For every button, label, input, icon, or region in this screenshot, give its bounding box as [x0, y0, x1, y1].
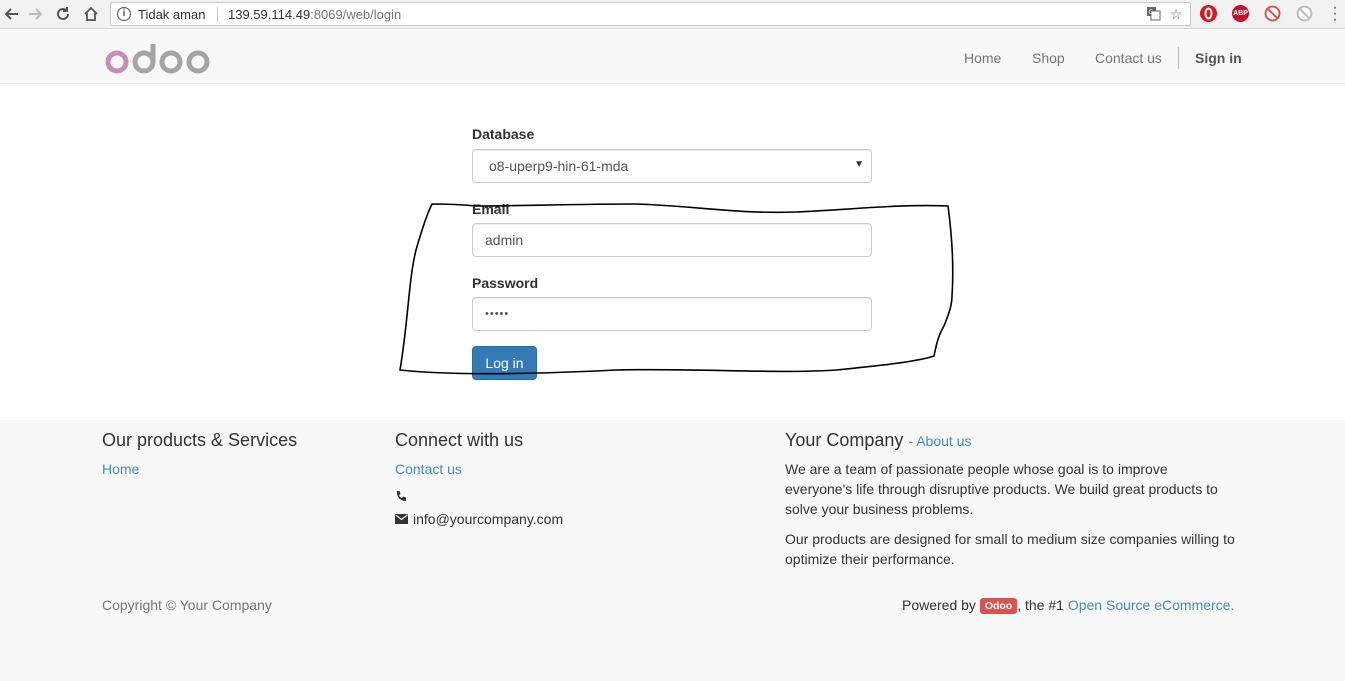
extension-icon[interactable]: [1296, 5, 1313, 22]
powered-prefix: Powered by: [902, 597, 976, 613]
nav-divider: [1178, 47, 1179, 69]
powered-suffix: .: [1230, 597, 1235, 613]
footer-contact-link[interactable]: Contact us: [395, 461, 462, 477]
security-status[interactable]: Tidak aman: [138, 7, 205, 22]
nav-home[interactable]: Home: [964, 50, 1001, 66]
info-icon[interactable]: i: [117, 7, 131, 21]
email-label: Email: [472, 201, 510, 217]
odoo-badge[interactable]: Odoo: [979, 598, 1018, 614]
products-heading: Our products & Services: [102, 430, 298, 450]
database-select-value: o8-uperp9-hin-61-mda: [489, 158, 629, 174]
contact-phone: [395, 490, 412, 502]
footer-email[interactable]: info@yourcompany.com: [413, 511, 563, 527]
odoo-logo[interactable]: [104, 40, 212, 76]
adblock-icon[interactable]: ABP: [1232, 5, 1249, 22]
bookmark-star-icon[interactable]: ☆: [1168, 6, 1184, 22]
database-select[interactable]: o8-uperp9-hin-61-mda ▼: [472, 149, 872, 183]
svg-text:G: G: [1148, 9, 1153, 16]
database-label: Database: [472, 126, 535, 142]
login-button[interactable]: Log in: [472, 346, 537, 380]
powered-by: Powered by Odoo, the #1 Open Source eCom…: [902, 597, 1234, 614]
open-source-ecommerce-link[interactable]: Open Source eCommerce: [1068, 597, 1231, 613]
phone-icon: [396, 491, 406, 502]
email-field[interactable]: [472, 223, 872, 257]
browser-toolbar: i Tidak aman 139.59.114.49:8069/web/logi…: [0, 0, 1345, 29]
url-host: 139.59.114.49: [228, 7, 311, 22]
copyright: Copyright © Your Company: [102, 597, 272, 613]
forward-icon[interactable]: [25, 4, 45, 24]
back-icon[interactable]: [2, 4, 22, 24]
chevron-down-icon: ▼: [854, 159, 864, 170]
address-bar[interactable]: i Tidak aman 139.59.114.49:8069/web/logi…: [110, 2, 1191, 26]
home-icon[interactable]: [81, 4, 101, 24]
nav-contact-us[interactable]: Contact us: [1095, 50, 1162, 66]
extension-icon[interactable]: [1264, 5, 1281, 22]
reload-icon[interactable]: [53, 4, 73, 24]
menu-icon[interactable]: · · ·: [1332, 0, 1338, 28]
company-paragraph-2: Our products are designed for small to m…: [785, 531, 1235, 567]
translate-icon[interactable]: G: [1145, 6, 1161, 22]
site-footer: Our products & Services Home Connect wit…: [0, 420, 1345, 681]
powered-mid: , the #1: [1017, 597, 1064, 613]
company-paragraph-1: We are a team of passionate people whose…: [785, 461, 1218, 517]
connect-heading: Connect with us: [395, 430, 524, 450]
url-path: :8069/web/login: [310, 7, 402, 22]
password-label: Password: [472, 275, 539, 291]
envelope-icon: [395, 514, 408, 524]
site-navbar: Home Shop Contact us Sign in: [0, 30, 1345, 84]
nav-sign-in[interactable]: Sign in: [1195, 50, 1242, 66]
opera-icon[interactable]: [1200, 5, 1217, 22]
nav-shop[interactable]: Shop: [1032, 50, 1065, 66]
url-text[interactable]: 139.59.114.49:8069/web/login: [228, 7, 401, 22]
password-field[interactable]: [472, 297, 872, 331]
about-us-link[interactable]: - About us: [908, 433, 971, 449]
footer-home-link[interactable]: Home: [102, 461, 139, 477]
company-heading: Your Company - About us: [785, 430, 971, 451]
contact-email: info@yourcompany.com: [395, 511, 563, 527]
company-name: Your Company: [785, 430, 904, 450]
address-separator: [217, 7, 218, 22]
